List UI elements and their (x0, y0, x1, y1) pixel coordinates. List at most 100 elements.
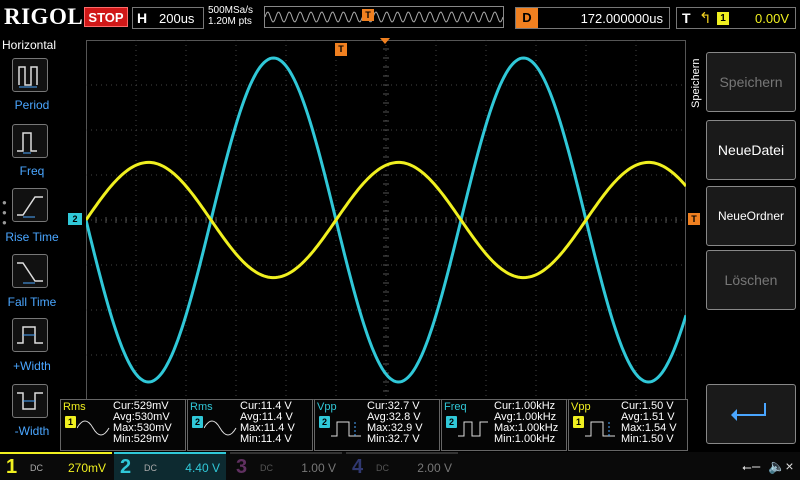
delay-label: D (516, 8, 538, 28)
channel-4-box[interactable]: 4 DC 2.00 V (346, 452, 458, 480)
mute-icon[interactable]: 🔈× (768, 458, 794, 475)
measurement-values: Cur:1.00kHz Avg:1.00kHz Max:1.00kHz Min:… (494, 401, 558, 445)
measurement-rms-ch1[interactable]: Rms 1 Cur:529mV Avg:530mV Max:530mV Min:… (60, 399, 186, 451)
channel-scale: 270mV (67, 461, 106, 475)
left-measure-menu: Horizontal Period Freq ● ● ● Rise Time Fal… (0, 38, 64, 450)
value-min: Min:32.7 V (367, 433, 420, 445)
measurement-values: Cur:11.4 V Avg:11.4 V Max:11.4 V Min:11.… (240, 401, 295, 445)
rigol-logo: RIGOL (4, 4, 84, 29)
channel-scale: 4.40 V (185, 461, 220, 475)
value-min: Min:529mV (113, 433, 169, 445)
channel-badge: 2 (319, 416, 330, 428)
trigger-box[interactable]: T ↰ 1 0.00V (676, 7, 796, 29)
return-arrow-icon (731, 403, 766, 421)
measurement-vpp-ch1[interactable]: Vpp 1 Cur:1.50 V Avg:1.51 V Max:1.54 V M… (568, 399, 688, 451)
channel-number: 2 (120, 456, 132, 478)
rise-time-icon (17, 196, 43, 218)
channel-badge: 1 (573, 416, 584, 428)
positive-width-label: +Width (13, 359, 51, 373)
period-button[interactable] (12, 58, 48, 92)
timebase-value: 200us (159, 11, 195, 26)
memory-overview-wave (265, 11, 503, 23)
coupling-icon: DC (30, 463, 43, 473)
channel-2-box[interactable]: 2 DC 4.40 V (114, 452, 226, 480)
measurement-values: Cur:32.7 V Avg:32.8 V Max:32.9 V Min:32.… (367, 401, 423, 445)
freq-icon (458, 421, 488, 437)
delay-value: 172.000000us (580, 11, 663, 26)
right-menu-title: Speichern (690, 58, 702, 108)
freq-icon (17, 132, 37, 154)
trigger-level: 0.00V (755, 11, 789, 26)
freq-label: Freq (19, 164, 45, 178)
channel-number: 1 (6, 456, 18, 478)
channel-badge: 2 (446, 416, 457, 428)
measurement-name: Rms (190, 401, 213, 413)
coupling-icon: DC (376, 463, 389, 473)
period-icon (18, 66, 38, 88)
horizontal-label: H (137, 10, 148, 26)
positive-width-icon (17, 326, 43, 344)
memory-depth: 1.20M pts (208, 16, 252, 27)
rise-time-button[interactable] (12, 188, 48, 222)
measurement-name: Rms (63, 401, 86, 413)
channel-bar: 1 DC 270mV 2 DC 4.40 V 3 DC 1.00 V 4 DC … (0, 452, 800, 480)
positive-width-button[interactable] (12, 318, 48, 352)
measurement-name: Vpp (317, 401, 337, 413)
channel-scale: 2.00 V (417, 461, 452, 475)
run-stop-status[interactable]: STOP (84, 7, 128, 27)
trigger-position-arrow (380, 38, 390, 44)
neue-ordner-button[interactable]: NeueOrdner (706, 186, 796, 246)
loeschen-button[interactable]: Löschen (706, 250, 796, 310)
measurement-vpp-ch2[interactable]: Vpp 2 Cur:32.7 V Avg:32.8 V Max:32.9 V M… (314, 399, 440, 451)
trigger-time-marker[interactable]: T (335, 43, 347, 56)
negative-width-icon (17, 392, 43, 410)
channel-number: 3 (236, 456, 248, 478)
waveform-display[interactable] (86, 40, 686, 400)
rising-edge-icon: ↰ (699, 10, 712, 27)
trigger-source: 1 (717, 12, 729, 25)
freq-button[interactable] (12, 124, 48, 158)
page-dots: ● ● ● (2, 198, 7, 227)
neue-datei-button[interactable]: NeueDatei (706, 120, 796, 180)
channel-badge: 1 (65, 416, 76, 428)
fall-time-button[interactable] (12, 254, 48, 288)
measurement-bar: Rms 1 Cur:529mV Avg:530mV Max:530mV Min:… (60, 399, 688, 451)
timebase-box[interactable]: H 200us (132, 7, 204, 29)
waveform-memory-overview[interactable]: T (264, 6, 504, 28)
coupling-icon: DC (144, 463, 157, 473)
measurement-values: Cur:529mV Avg:530mV Max:530mV Min:529mV (113, 401, 172, 445)
channel-3-box[interactable]: 3 DC 1.00 V (230, 452, 342, 480)
channel-number: 4 (352, 456, 364, 478)
rise-time-label: Rise Time (5, 230, 59, 244)
measurement-name: Vpp (571, 401, 591, 413)
rms-icon (204, 420, 237, 436)
value-min: Min:1.00kHz (494, 433, 556, 445)
negative-width-button[interactable] (12, 384, 48, 418)
left-menu-title: Horizontal (2, 38, 57, 52)
measurement-name: Freq (444, 401, 467, 413)
trigger-position-marker: T (362, 9, 374, 21)
channel-scale: 1.00 V (301, 461, 336, 475)
measurement-rms-ch2[interactable]: Rms 2 Cur:11.4 V Avg:11.4 V Max:11.4 V M… (187, 399, 313, 451)
measurement-values: Cur:1.50 V Avg:1.51 V Max:1.54 V Min:1.5… (621, 401, 677, 445)
usb-icon: ⭠⚊ (742, 460, 761, 474)
trigger-label: T (682, 10, 691, 26)
ch2-offset-marker[interactable]: 2 (68, 213, 82, 225)
measurement-freq-ch2[interactable]: Freq 2 Cur:1.00kHz Avg:1.00kHz Max:1.00k… (441, 399, 567, 451)
rms-icon (77, 420, 110, 436)
coupling-icon: DC (260, 463, 273, 473)
value-min: Min:1.50 V (621, 433, 674, 445)
channel-badge: 2 (192, 416, 203, 428)
speichern-button[interactable]: Speichern (706, 52, 796, 112)
trigger-level-marker[interactable]: T (688, 213, 700, 225)
value-min: Min:11.4 V (240, 433, 292, 445)
vpp-icon (331, 421, 361, 437)
sample-rate: 500MSa/s (208, 5, 254, 16)
return-button[interactable] (706, 384, 796, 444)
top-status-bar: RIGOL STOP H 200us 500MSa/s 1.20M pts T … (0, 0, 800, 36)
negative-width-label: -Width (14, 424, 50, 438)
period-label: Period (14, 98, 50, 112)
delay-box[interactable]: D 172.000000us (515, 7, 670, 29)
channel-1-box[interactable]: 1 DC 270mV (0, 452, 112, 480)
acquisition-info: 500MSa/s 1.20M pts (208, 5, 253, 27)
